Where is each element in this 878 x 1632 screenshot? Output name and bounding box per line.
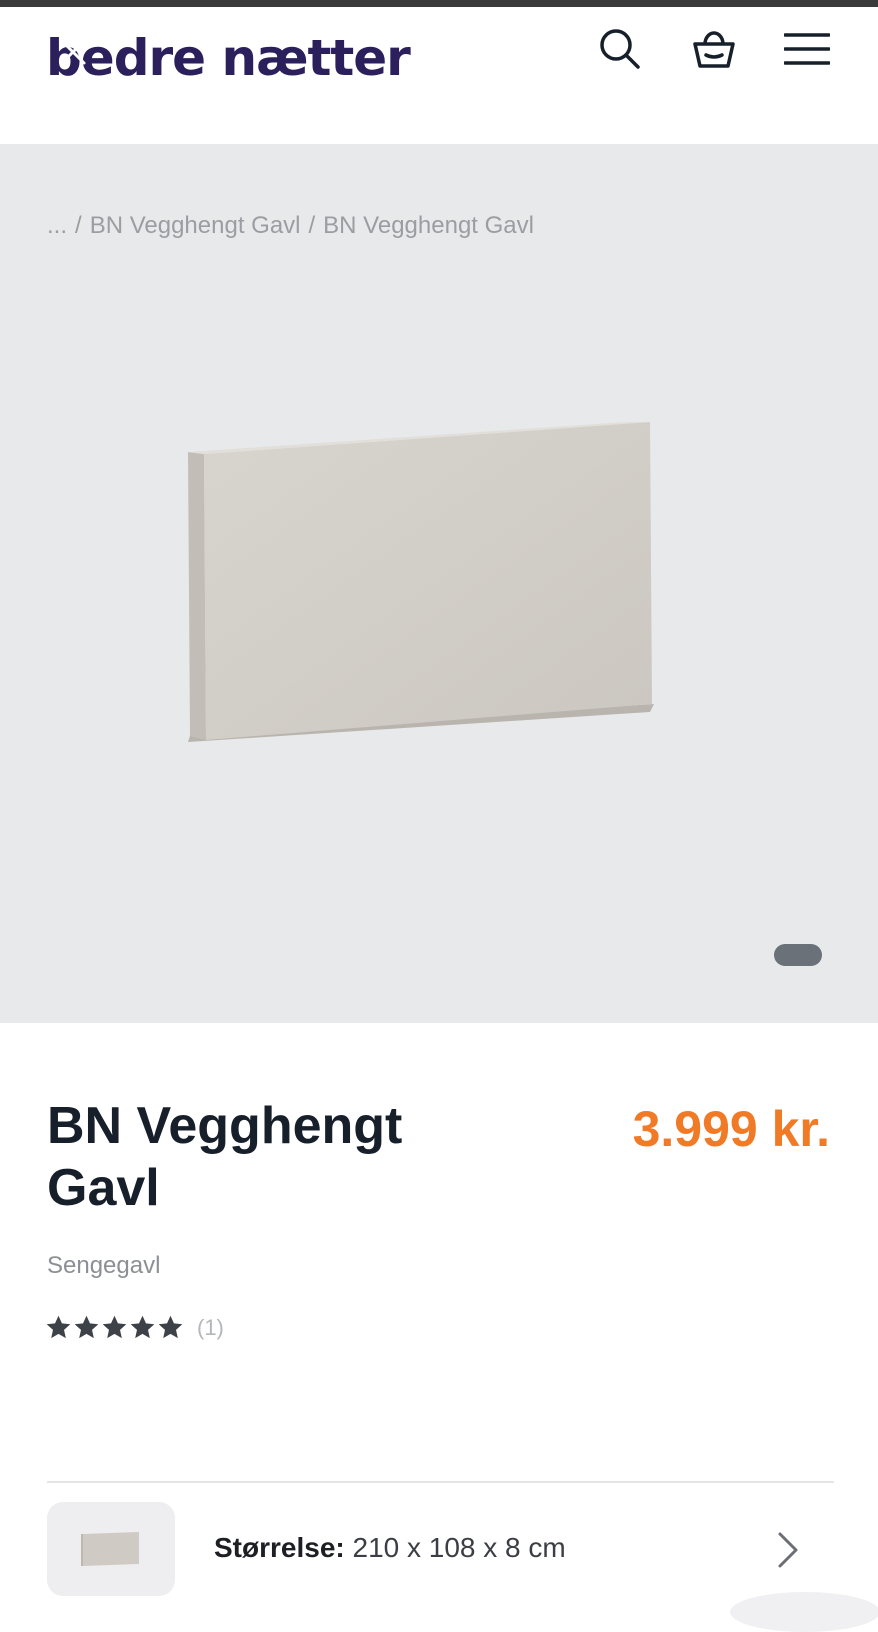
basket-button[interactable] bbox=[688, 23, 740, 75]
menu-button[interactable] bbox=[781, 23, 833, 75]
moon-icon bbox=[411, 9, 452, 49]
product-title: BN Vegghengt Gavl bbox=[47, 1097, 403, 1217]
star-icon bbox=[102, 1315, 127, 1339]
basket-icon bbox=[693, 31, 735, 68]
search-button[interactable] bbox=[594, 23, 646, 75]
breadcrumb-item-current: BN Vegghengt Gavl bbox=[323, 212, 534, 239]
breadcrumb: ... / BN Vegghengt Gavl / BN Vegghengt Gavl bbox=[47, 212, 542, 240]
size-selector[interactable]: Størrelse: 210 x 108 x 8 cm bbox=[47, 1502, 834, 1598]
product-price: 3.999 kr. bbox=[632, 1101, 830, 1157]
review-count[interactable]: (1) bbox=[197, 1315, 224, 1341]
star-icon bbox=[130, 1315, 155, 1339]
menu-icon bbox=[784, 33, 830, 65]
product-gallery[interactable]: ... / BN Vegghengt Gavl / BN Vegghengt Gavl bbox=[0, 144, 878, 1023]
size-thumbnail-image bbox=[81, 1532, 139, 1566]
size-label: Størrelse: bbox=[214, 1532, 345, 1563]
gallery-pagination-dot[interactable] bbox=[774, 944, 822, 966]
floating-widget-edge[interactable] bbox=[730, 1592, 878, 1632]
rating-stars[interactable]: (1) bbox=[45, 1314, 224, 1341]
product-category[interactable]: Sengegavl bbox=[47, 1252, 160, 1280]
chevron-right-icon bbox=[778, 1532, 798, 1568]
size-value: 210 x 108 x 8 cm bbox=[352, 1532, 566, 1563]
breadcrumb-separator: / bbox=[75, 212, 82, 239]
star-icon bbox=[46, 1315, 71, 1339]
search-icon bbox=[600, 29, 640, 69]
breadcrumb-item-category[interactable]: BN Vegghengt Gavl bbox=[90, 212, 301, 239]
site-header: bedre nætter bbox=[0, 7, 878, 144]
brand-logo[interactable]: bedre nætter bbox=[46, 29, 411, 87]
breadcrumb-ellipsis[interactable]: ... bbox=[47, 212, 67, 239]
breadcrumb-separator: / bbox=[308, 212, 316, 239]
size-label-group: Størrelse: 210 x 108 x 8 cm bbox=[214, 1532, 566, 1564]
close-icon[interactable] bbox=[58, 37, 88, 67]
size-thumbnail bbox=[47, 1502, 175, 1596]
top-edge-bar bbox=[0, 0, 878, 7]
product-image bbox=[188, 422, 654, 742]
star-icon bbox=[158, 1315, 183, 1339]
star-icon bbox=[74, 1315, 99, 1339]
section-divider bbox=[47, 1481, 834, 1483]
